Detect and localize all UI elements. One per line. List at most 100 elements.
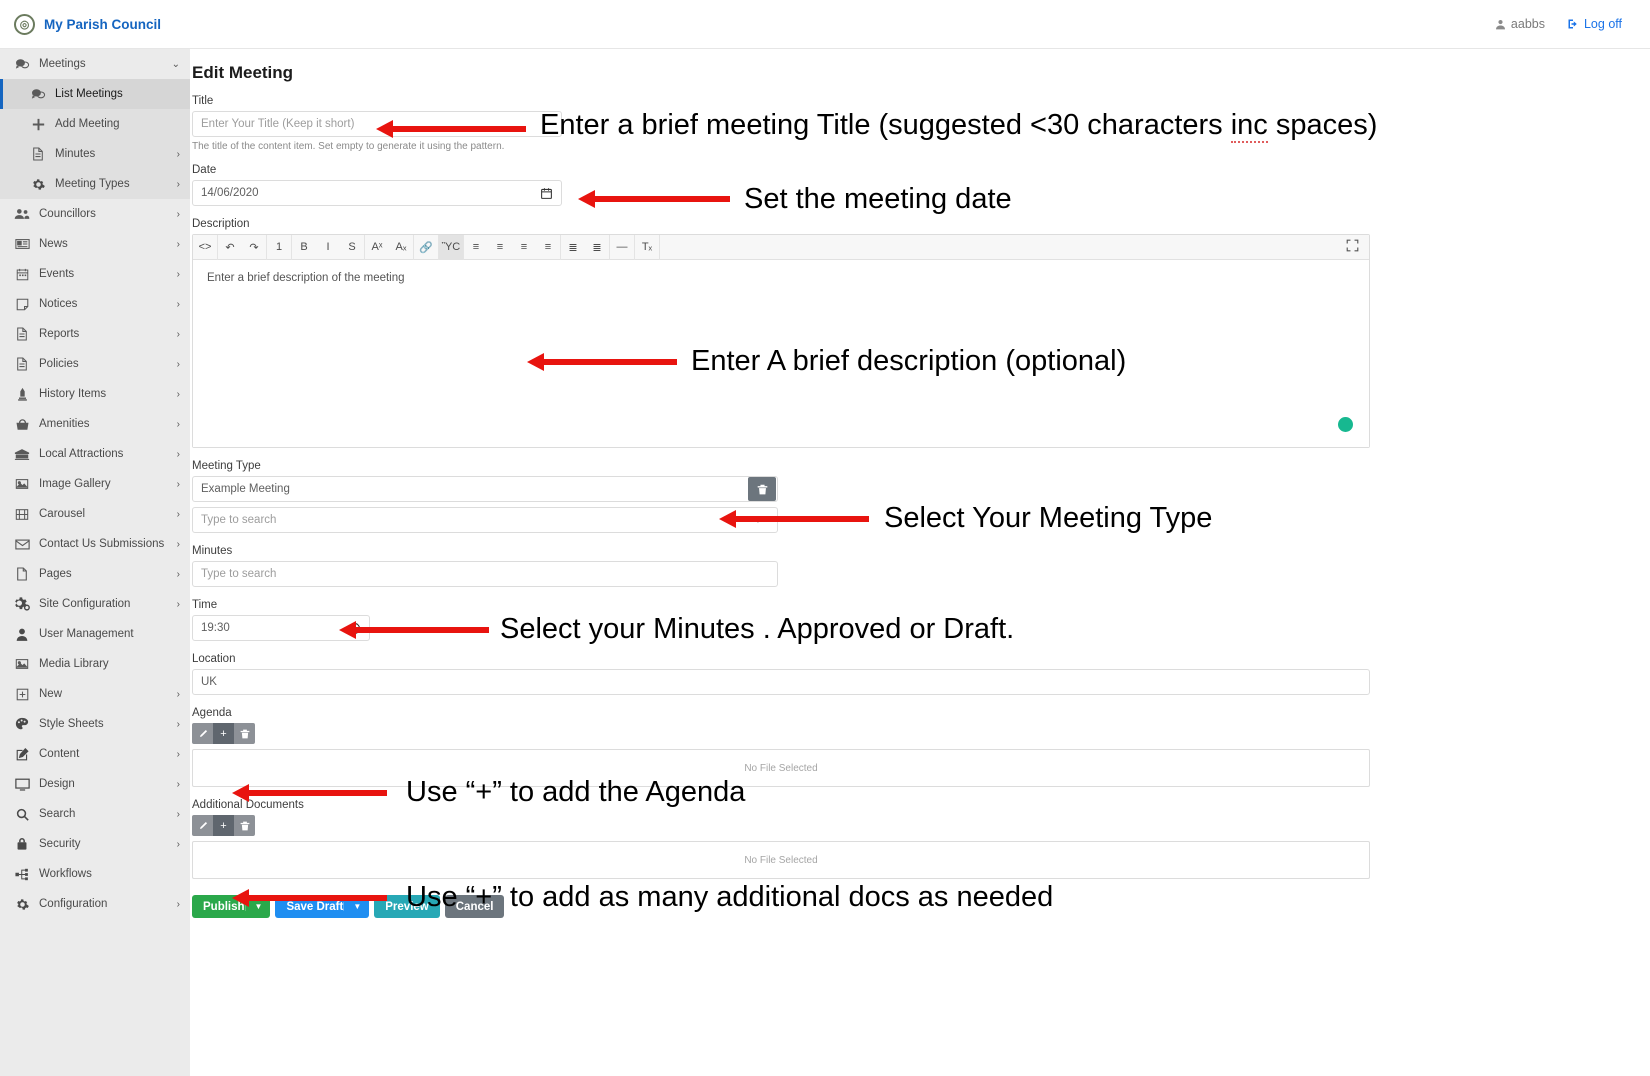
agenda-delete-icon[interactable] bbox=[234, 723, 255, 744]
additional-documents-media-buttons[interactable]: + bbox=[192, 815, 1368, 836]
sidebar-item-events[interactable]: Events › bbox=[0, 259, 190, 289]
sidebar-item-search[interactable]: Search › bbox=[0, 799, 190, 829]
chevron-icon[interactable]: › bbox=[177, 899, 180, 910]
chevron-icon[interactable]: › bbox=[177, 269, 180, 280]
sidebar-item-label: New bbox=[39, 688, 63, 700]
chevron-icon[interactable]: › bbox=[177, 839, 180, 850]
sidebar-item-workflows[interactable]: Workflows bbox=[0, 859, 190, 889]
sidebar-item-new[interactable]: New › bbox=[0, 679, 190, 709]
sidebar-item-list-meetings[interactable]: List Meetings bbox=[0, 79, 190, 109]
chevron-icon[interactable]: › bbox=[177, 779, 180, 790]
sidebar-item-contact-us-submissions[interactable]: Contact Us Submissions › bbox=[0, 529, 190, 559]
chevron-icon[interactable]: › bbox=[177, 539, 180, 550]
sidebar-item-history-items[interactable]: History Items › bbox=[0, 379, 190, 409]
meeting-type-remove-button[interactable] bbox=[748, 477, 776, 501]
chevron-icon[interactable]: ⌄ bbox=[172, 59, 180, 70]
sidebar-item-user-management[interactable]: User Management bbox=[0, 619, 190, 649]
toolbar-horizontal-rule-icon[interactable]: — bbox=[610, 235, 634, 260]
sidebar-item-pages[interactable]: Pages › bbox=[0, 559, 190, 589]
chevron-icon[interactable]: › bbox=[177, 719, 180, 730]
sidebar-item-meeting-types[interactable]: Meeting Types › bbox=[0, 169, 190, 199]
description-editor[interactable]: <> ↶ ↷ 1 B I S Aˣ Aₓ 🔗 ὛC ≡ ≡ ≡ ≡ ≣ ≣ — Tₓ Enter a brief d… bbox=[192, 234, 1370, 448]
toolbar-align-justify-icon[interactable]: ≡ bbox=[536, 235, 560, 260]
logoff-button[interactable]: Log off bbox=[1567, 17, 1622, 31]
sidebar-item-policies[interactable]: Policies › bbox=[0, 349, 190, 379]
calendar-icon[interactable] bbox=[540, 187, 553, 200]
sidebar-item-minutes[interactable]: Minutes › bbox=[0, 139, 190, 169]
additional-documents-file-box[interactable]: No File Selected bbox=[192, 841, 1370, 879]
toolbar-ordered-list-icon[interactable]: ≣ bbox=[561, 235, 585, 260]
date-input[interactable]: 14/06/2020 bbox=[192, 180, 562, 206]
chat-icon bbox=[30, 87, 46, 101]
meeting-type-value-field[interactable]: Example Meeting bbox=[192, 476, 778, 502]
minutes-search-input[interactable]: Type to search bbox=[192, 561, 778, 587]
chevron-icon[interactable]: › bbox=[177, 749, 180, 760]
sidebar-item-security[interactable]: Security › bbox=[0, 829, 190, 859]
chevron-icon[interactable]: › bbox=[177, 479, 180, 490]
additional-documents-edit-icon[interactable] bbox=[192, 815, 213, 836]
chevron-icon[interactable]: › bbox=[177, 419, 180, 430]
sidebar-item-meetings[interactable]: Meetings ⌄ bbox=[0, 49, 190, 79]
sidebar-item-amenities[interactable]: Amenities › bbox=[0, 409, 190, 439]
sidebar-item-image-gallery[interactable]: Image Gallery › bbox=[0, 469, 190, 499]
chevron-icon[interactable]: › bbox=[177, 209, 180, 220]
toolbar-source-code-icon[interactable]: <> bbox=[193, 235, 217, 260]
sidebar-item-content[interactable]: Content › bbox=[0, 739, 190, 769]
toolbar-undo-icon[interactable]: ↶ bbox=[218, 235, 242, 260]
sidebar-item-add-meeting[interactable]: Add Meeting bbox=[0, 109, 190, 139]
location-input[interactable]: UK bbox=[192, 669, 1370, 695]
chevron-icon[interactable]: › bbox=[177, 569, 180, 580]
chevron-icon[interactable]: › bbox=[177, 329, 180, 340]
sidebar-item-configuration[interactable]: Configuration › bbox=[0, 889, 190, 919]
chevron-icon[interactable]: › bbox=[177, 239, 180, 250]
chevron-icon[interactable]: › bbox=[177, 149, 180, 160]
toolbar-align-left-icon[interactable]: ≡ bbox=[464, 235, 488, 260]
toolbar-italic-icon[interactable]: I bbox=[316, 235, 340, 260]
agenda-media-buttons[interactable]: + bbox=[192, 723, 1368, 744]
chevron-icon[interactable]: › bbox=[177, 599, 180, 610]
sidebar-item-news[interactable]: News › bbox=[0, 229, 190, 259]
meeting-type-search-input[interactable]: Type to search ▼ bbox=[192, 507, 778, 533]
sidebar-item-councillors[interactable]: Councillors › bbox=[0, 199, 190, 229]
chevron-icon[interactable]: › bbox=[177, 389, 180, 400]
sidebar-item-style-sheets[interactable]: Style Sheets › bbox=[0, 709, 190, 739]
chevron-icon[interactable]: › bbox=[177, 299, 180, 310]
additional-documents-add-button[interactable]: + bbox=[213, 815, 234, 836]
toolbar-redo-icon[interactable]: ↷ bbox=[242, 235, 266, 260]
toolbar-align-right-icon[interactable]: ≡ bbox=[512, 235, 536, 260]
chevron-icon[interactable]: › bbox=[177, 449, 180, 460]
toolbar-unordered-list-icon[interactable]: ≣ bbox=[585, 235, 609, 260]
sidebar[interactable]: Meetings ⌄ List Meetings Add Meeting Minutes… bbox=[0, 49, 190, 1076]
toolbar-link-icon[interactable]: 🔗 bbox=[414, 235, 438, 260]
toolbar-heading-icon[interactable]: 1 bbox=[267, 235, 291, 260]
toolbar-image-icon[interactable]: ὛC bbox=[439, 234, 463, 260]
fullscreen-icon[interactable] bbox=[1346, 239, 1359, 255]
toolbar-clear-format-icon[interactable]: Tₓ bbox=[635, 235, 659, 260]
chevron-icon[interactable]: › bbox=[177, 179, 180, 190]
sidebar-item-notices[interactable]: Notices › bbox=[0, 289, 190, 319]
time-label: Time bbox=[192, 599, 218, 611]
chevron-icon[interactable]: › bbox=[177, 359, 180, 370]
agenda-add-button[interactable]: + bbox=[213, 723, 234, 744]
additional-documents-delete-icon[interactable] bbox=[234, 815, 255, 836]
toolbar-align-center-icon[interactable]: ≡ bbox=[488, 235, 512, 260]
toolbar-strikethrough-icon[interactable]: S bbox=[340, 235, 364, 260]
sidebar-item-local-attractions[interactable]: Local Attractions › bbox=[0, 439, 190, 469]
toolbar-bold-icon[interactable]: B bbox=[292, 235, 316, 260]
chevron-icon[interactable]: › bbox=[177, 809, 180, 820]
chevron-icon[interactable]: › bbox=[177, 509, 180, 520]
sidebar-item-design[interactable]: Design › bbox=[0, 769, 190, 799]
brand[interactable]: ◎ My Parish Council bbox=[0, 13, 190, 35]
toolbar-subscript-icon[interactable]: Aₓ bbox=[389, 235, 413, 260]
sidebar-item-media-library[interactable]: Media Library bbox=[0, 649, 190, 679]
sidebar-item-reports[interactable]: Reports › bbox=[0, 319, 190, 349]
chevron-icon[interactable]: › bbox=[177, 689, 180, 700]
agenda-edit-icon[interactable] bbox=[192, 723, 213, 744]
meeting-type-search-placeholder: Type to search bbox=[201, 514, 277, 526]
agenda-file-box[interactable]: No File Selected bbox=[192, 749, 1370, 787]
sidebar-item-site-configuration[interactable]: Site Configuration › bbox=[0, 589, 190, 619]
current-user[interactable]: aabbs bbox=[1495, 17, 1545, 31]
toolbar-superscript-icon[interactable]: Aˣ bbox=[365, 235, 389, 260]
editor-toolbar[interactable]: <> ↶ ↷ 1 B I S Aˣ Aₓ 🔗 ὛC ≡ ≡ ≡ ≡ ≣ ≣ — Tₓ bbox=[193, 234, 1369, 260]
sidebar-item-carousel[interactable]: Carousel › bbox=[0, 499, 190, 529]
